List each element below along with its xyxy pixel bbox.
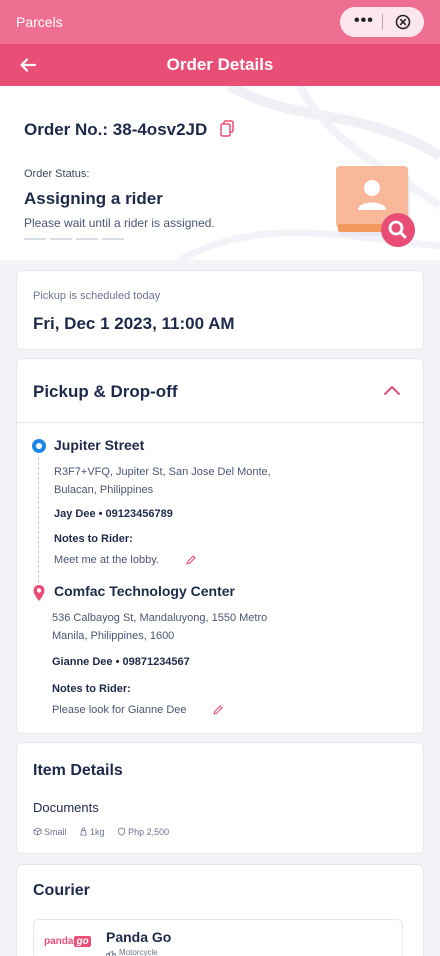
dropoff-name: Comfac Technology Center bbox=[54, 583, 235, 599]
order-status-panel: Order No.: 38-4osv2JD Order Status: Assi… bbox=[0, 86, 440, 260]
section-title: Courier bbox=[33, 882, 90, 899]
app-title: Parcels bbox=[16, 14, 63, 30]
dropoff-address-line1: 536 Calbayog St, Mandaluyong, 1550 Metro bbox=[52, 612, 268, 624]
item-details-card: Item Details Documents Small 1kg Php 2,5… bbox=[16, 742, 424, 854]
more-options-button[interactable]: ••• bbox=[354, 13, 374, 29]
pickup-dropoff-card: Pickup & Drop-off Jupiter Street R3F7+VF… bbox=[16, 358, 424, 734]
courier-vehicle: Motorcycle bbox=[106, 948, 158, 956]
order-status-note: Please wait until a rider is assigned. bbox=[24, 216, 215, 230]
edit-pencil-icon[interactable] bbox=[212, 704, 224, 716]
courier-name: Panda Go bbox=[106, 929, 172, 945]
dropoff-address-line2: Manila, Philippines, 1600 bbox=[52, 630, 175, 642]
divider bbox=[17, 422, 423, 423]
weight-icon bbox=[80, 827, 87, 836]
motorcycle-icon bbox=[106, 950, 116, 956]
order-status-label: Order Status: bbox=[24, 168, 90, 180]
status-progress bbox=[24, 238, 124, 241]
pickup-notes: Meet me at the lobby. bbox=[54, 554, 159, 566]
section-title: Item Details bbox=[33, 762, 123, 779]
capsule-divider bbox=[382, 14, 383, 30]
rider-search-icon bbox=[336, 166, 415, 247]
dropoff-notes-label: Notes to Rider: bbox=[52, 683, 131, 695]
route-line bbox=[38, 457, 39, 583]
order-status-value: Assigning a rider bbox=[24, 189, 163, 208]
pickup-notes-label: Notes to Rider: bbox=[54, 533, 133, 545]
pickup-contact: Jay Dee • 09123456789 bbox=[54, 508, 173, 520]
courier-logo: panda go bbox=[44, 936, 91, 947]
location-pin-icon bbox=[33, 585, 45, 601]
schedule-value: Fri, Dec 1 2023, 11:00 AM bbox=[33, 314, 235, 333]
top-bar: Parcels ••• bbox=[0, 0, 440, 44]
mini-app-capsule: ••• bbox=[340, 7, 424, 37]
item-kind: Documents bbox=[33, 800, 99, 815]
section-title: Pickup & Drop-off bbox=[33, 382, 178, 401]
chevron-up-icon[interactable] bbox=[383, 384, 401, 396]
item-size: Small bbox=[33, 826, 72, 837]
pickup-name: Jupiter Street bbox=[54, 437, 145, 453]
schedule-label: Pickup is scheduled today bbox=[33, 290, 161, 302]
dropoff-contact: Gianne Dee • 09871234567 bbox=[52, 656, 190, 668]
dropoff-notes: Please look for Gianne Dee bbox=[52, 704, 187, 716]
courier-option[interactable]: panda go Panda Go Motorcycle bbox=[33, 919, 403, 956]
order-number: Order No.: 38-4osv2JD bbox=[24, 120, 208, 139]
copy-icon[interactable] bbox=[220, 120, 234, 137]
box-icon bbox=[33, 827, 42, 836]
pickup-address-line2: Bulacan, Philippines bbox=[54, 484, 154, 496]
pickup-address-line1: R3F7+VFQ, Jupiter St, San Jose Del Monte… bbox=[54, 466, 271, 478]
item-value: Php 2,500 bbox=[117, 826, 174, 837]
courier-card: Courier panda go Panda Go Motorcycle bbox=[16, 864, 424, 956]
page-title: Order Details bbox=[166, 55, 274, 74]
nav-bar: Order Details bbox=[0, 44, 440, 86]
shield-icon bbox=[118, 827, 126, 836]
close-circle-icon[interactable] bbox=[395, 14, 411, 30]
pickup-pin-icon bbox=[32, 439, 46, 453]
schedule-card: Pickup is scheduled today Fri, Dec 1 202… bbox=[16, 270, 424, 350]
item-meta: Small 1kg Php 2,500 bbox=[33, 826, 179, 837]
item-weight: 1kg bbox=[79, 826, 110, 837]
edit-pencil-icon[interactable] bbox=[185, 554, 197, 566]
